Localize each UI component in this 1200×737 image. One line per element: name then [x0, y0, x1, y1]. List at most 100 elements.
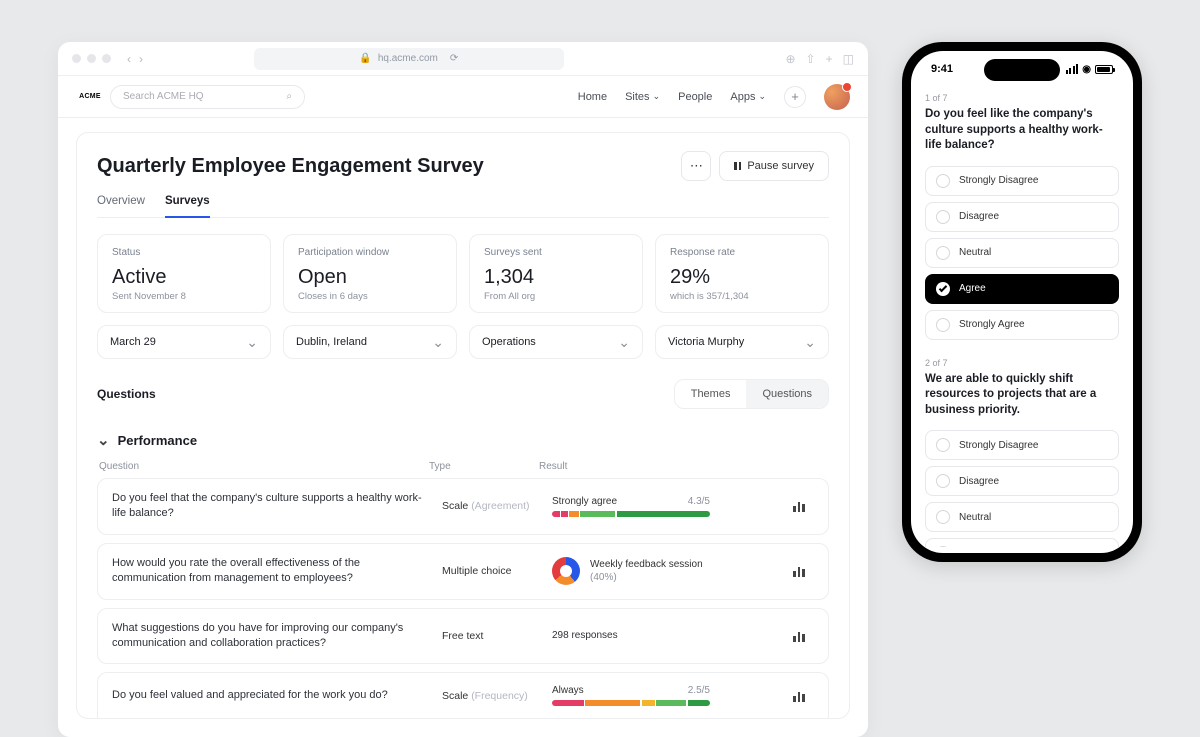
radio-icon — [936, 174, 950, 188]
question-result: Always2.5/5 — [552, 685, 784, 706]
option-disagree[interactable]: Disagree — [925, 466, 1119, 496]
page-title-row: Quarterly Employee Engagement Survey ⋯ P… — [97, 151, 829, 181]
address-bar[interactable]: 🔒 hq.acme.com ⟳ — [254, 48, 564, 70]
chevron-down-icon: ⌄ — [432, 334, 444, 351]
forward-icon[interactable]: › — [139, 52, 143, 66]
table-row[interactable]: Do you feel valued and appreciated for t… — [97, 672, 829, 718]
question-result: Weekly feedback session(40%) — [552, 557, 784, 585]
section-performance[interactable]: ⌄ Performance — [97, 431, 829, 449]
question-type: Free text — [442, 630, 552, 642]
stat-value: Open — [298, 266, 442, 289]
maximize-icon[interactable] — [102, 54, 111, 63]
close-icon[interactable] — [72, 54, 81, 63]
filter-row: March 29⌄ Dublin, Ireland⌄ Operations⌄ V… — [97, 325, 829, 359]
nav-arrows: ‹ › — [127, 52, 143, 66]
stat-value: 29% — [670, 266, 814, 289]
table-row[interactable]: How would you rate the overall effective… — [97, 543, 829, 600]
option-disagree[interactable]: Disagree — [925, 202, 1119, 232]
col-type: Type — [429, 461, 539, 472]
col-result: Result — [539, 461, 797, 472]
add-button[interactable]: + — [784, 86, 806, 108]
option-agree[interactable]: Agree — [925, 538, 1119, 547]
radio-icon — [936, 438, 950, 452]
content-card: Quarterly Employee Engagement Survey ⋯ P… — [76, 132, 850, 719]
option-strongly-disagree[interactable]: Strongly Disagree — [925, 166, 1119, 196]
chevron-down-icon: ⌄ — [758, 91, 766, 102]
table-row[interactable]: Do you feel that the company's culture s… — [97, 478, 829, 535]
chevron-down-icon: ⌄ — [97, 431, 110, 449]
score-bar — [552, 700, 710, 706]
pause-survey-button[interactable]: Pause survey — [719, 151, 829, 181]
option-neutral[interactable]: Neutral — [925, 502, 1119, 532]
stat-sent: Surveys sent 1,304 From All org — [469, 234, 643, 313]
search-placeholder: Search ACME HQ — [123, 91, 204, 102]
refresh-icon[interactable]: ⟳ — [450, 53, 458, 64]
filter-location[interactable]: Dublin, Ireland⌄ — [283, 325, 457, 359]
logo[interactable]: ACME — [76, 87, 104, 107]
radio-icon — [936, 246, 950, 260]
survey-question-1: 1 of 7 Do you feel like the company's cu… — [925, 93, 1119, 340]
title-actions: ⋯ Pause survey — [681, 151, 829, 181]
stat-sub: Sent November 8 — [112, 291, 256, 302]
radio-icon — [936, 510, 950, 524]
avatar[interactable] — [824, 84, 850, 110]
stat-label: Response rate — [670, 247, 814, 258]
question-result: 298 responses — [552, 630, 784, 641]
nav-home[interactable]: Home — [578, 91, 607, 103]
share-icon[interactable]: ⇧ — [806, 52, 816, 66]
new-tab-icon[interactable]: + — [826, 52, 833, 66]
back-icon[interactable]: ‹ — [127, 52, 131, 66]
chart-icon[interactable] — [784, 565, 814, 577]
chart-icon[interactable] — [784, 630, 814, 642]
search-input[interactable]: Search ACME HQ ⌕ — [110, 85, 305, 109]
question-type: Multiple choice — [442, 565, 552, 577]
stat-window: Participation window Open Closes in 6 da… — [283, 234, 457, 313]
filter-date[interactable]: March 29⌄ — [97, 325, 271, 359]
seg-questions[interactable]: Questions — [746, 380, 828, 408]
question-text: Do you feel valued and appreciated for t… — [112, 688, 442, 703]
table-row[interactable]: What suggestions do you have for improvi… — [97, 608, 829, 665]
stat-row: Status Active Sent November 8 Participat… — [97, 234, 829, 313]
browser-chrome: ‹ › 🔒 hq.acme.com ⟳ ⊕ ⇧ + ◫ — [58, 42, 868, 76]
stat-value: Active — [112, 266, 256, 289]
chevron-down-icon: ⌄ — [246, 334, 258, 351]
stat-value: 1,304 — [484, 266, 628, 289]
chevron-down-icon: ⌄ — [618, 334, 630, 351]
tabs-icon[interactable]: ◫ — [843, 52, 854, 66]
more-button[interactable]: ⋯ — [681, 151, 711, 181]
option-strongly-disagree[interactable]: Strongly Disagree — [925, 430, 1119, 460]
nav-apps[interactable]: Apps⌄ — [730, 91, 766, 103]
chart-icon[interactable] — [784, 500, 814, 512]
page-title: Quarterly Employee Engagement Survey — [97, 155, 484, 178]
phone-mockup: 9:41 ◉ 1 of 7 Do you feel like the compa… — [902, 42, 1142, 562]
chart-icon[interactable] — [784, 690, 814, 702]
nav-sites[interactable]: Sites⌄ — [625, 91, 660, 103]
phone-body: 1 of 7 Do you feel like the company's cu… — [911, 75, 1133, 547]
stat-sub: Closes in 6 days — [298, 291, 442, 302]
option-agree[interactable]: Agree — [925, 274, 1119, 304]
radio-icon — [936, 474, 950, 488]
stat-sub: From All org — [484, 291, 628, 302]
nav-people[interactable]: People — [678, 91, 712, 103]
option-strongly-agree[interactable]: Strongly Agree — [925, 310, 1119, 340]
app-nav: Home Sites⌄ People Apps⌄ + — [578, 84, 850, 110]
questions-bar: Questions Themes Questions — [97, 379, 829, 409]
extension-icon[interactable]: ⊕ — [785, 52, 795, 66]
stat-rate: Response rate 29% which is 357/1,304 — [655, 234, 829, 313]
question-type: Scale (Agreement) — [442, 500, 552, 512]
browser-window: ‹ › 🔒 hq.acme.com ⟳ ⊕ ⇧ + ◫ ACME Search … — [58, 42, 868, 737]
lock-icon: 🔒 — [359, 53, 371, 64]
section-label: Performance — [118, 433, 197, 448]
check-icon — [936, 282, 950, 296]
pause-label: Pause survey — [747, 160, 814, 172]
minimize-icon[interactable] — [87, 54, 96, 63]
filter-person[interactable]: Victoria Murphy⌄ — [655, 325, 829, 359]
tab-surveys[interactable]: Surveys — [165, 195, 210, 218]
filter-dept[interactable]: Operations⌄ — [469, 325, 643, 359]
option-neutral[interactable]: Neutral — [925, 238, 1119, 268]
question-text: How would you rate the overall effective… — [112, 556, 442, 587]
status-icons: ◉ — [1066, 64, 1113, 75]
tab-overview[interactable]: Overview — [97, 195, 145, 217]
seg-themes[interactable]: Themes — [675, 380, 747, 408]
stat-status: Status Active Sent November 8 — [97, 234, 271, 313]
